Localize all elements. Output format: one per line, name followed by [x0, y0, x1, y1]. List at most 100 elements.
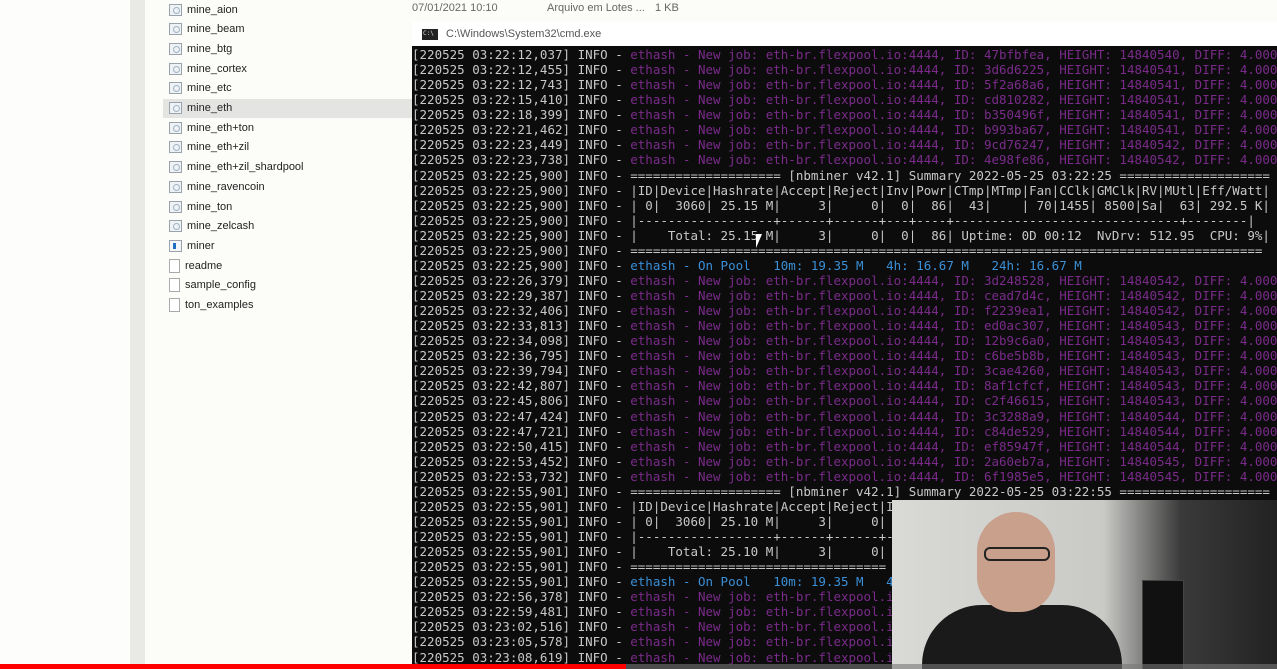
gpu-box-image	[1142, 580, 1184, 669]
file-name: mine_eth+zil_shardpool	[187, 161, 304, 174]
log-prefix: [220525 03:22:53,732] INFO -	[412, 468, 631, 484]
file-item[interactable]: mine_eth+ton	[163, 118, 412, 137]
log-prefix: [220525 03:22:21,462] INFO -	[412, 122, 631, 138]
log-message: ethash - New job: eth-br.flexpool.io:444…	[630, 393, 1277, 409]
file-list: mine_aion mine_beam mine_btg mine_cortex min…	[145, 0, 412, 669]
log-message: ethash - New job: eth-br.flexpool.io:444…	[630, 77, 1277, 93]
log-prefix: [220525 03:23:05,578] INFO -	[412, 634, 631, 650]
batch-file-icon	[169, 141, 182, 154]
log-message: |ID|Device|Hashrate|Accept|Reject|Inv|Po…	[630, 182, 1270, 198]
cmd-titlebar[interactable]: C:\Windows\System32\cmd.exe	[412, 22, 1277, 46]
log-line: [220525 03:22:36,795] INFO - ethash - Ne…	[412, 348, 1277, 363]
batch-file-icon	[169, 200, 182, 213]
log-prefix: [220525 03:23:02,516] INFO -	[412, 619, 631, 635]
video-progress-bar[interactable]	[0, 664, 1277, 669]
log-prefix: [220525 03:22:55,901] INFO -	[412, 483, 631, 499]
log-prefix: [220525 03:22:39,794] INFO -	[412, 363, 631, 379]
batch-file-icon	[169, 3, 182, 16]
log-line: [220525 03:22:55,901] INFO - ===========…	[412, 484, 1277, 499]
application-icon	[169, 239, 182, 252]
log-prefix: [220525 03:22:59,481] INFO -	[412, 604, 631, 620]
log-message: ethash - New job: eth-br.flexpool.io:444…	[630, 303, 1277, 319]
file-item[interactable]: mine_btg	[163, 39, 412, 58]
log-prefix: [220525 03:22:12,743] INFO -	[412, 77, 631, 93]
log-message: ethash - New job: eth-br.flexpool.i	[630, 604, 894, 620]
batch-file-icon	[169, 102, 182, 114]
cmd-icon	[422, 28, 438, 40]
file-item[interactable]: mine_beam	[163, 20, 412, 39]
log-message: |------------------+------+------+---+--…	[630, 212, 1255, 228]
log-line: [220525 03:22:18,399] INFO - ethash - Ne…	[412, 107, 1277, 122]
log-message: ethash - New job: eth-br.flexpool.i	[630, 589, 894, 605]
batch-file-icon	[169, 62, 182, 75]
log-prefix: [220525 03:22:29,387] INFO -	[412, 288, 631, 303]
pane-divider[interactable]	[130, 0, 145, 669]
log-line: [220525 03:22:34,098] INFO - ethash - Ne…	[412, 333, 1277, 348]
log-message: ethash - On Pool 10m: 19.35 M 4h: 16.67 …	[630, 257, 1082, 273]
file-item[interactable]: mine_eth+zil	[163, 138, 412, 157]
file-item[interactable]: miner	[163, 236, 412, 255]
log-line: [220525 03:22:42,807] INFO - ethash - Ne…	[412, 378, 1277, 393]
log-line: [220525 03:22:25,900] INFO - | 0| 3060| …	[412, 198, 1277, 213]
file-name: mine_eth	[187, 102, 233, 114]
log-prefix: [220525 03:22:25,900] INFO -	[412, 242, 631, 258]
file-date: 07/01/2021 10:10	[412, 2, 498, 14]
log-message: ethash - New job: eth-br.flexpool.io:444…	[630, 92, 1277, 108]
batch-file-icon	[169, 23, 182, 36]
log-prefix: [220525 03:22:12,455] INFO -	[412, 62, 631, 78]
log-line: [220525 03:22:25,900] INFO - |----------…	[412, 213, 1277, 228]
file-item[interactable]: readme	[163, 256, 412, 275]
text-file-icon	[169, 258, 180, 273]
file-item[interactable]: mine_ton	[163, 197, 412, 216]
log-prefix: [220525 03:22:36,795] INFO -	[412, 348, 631, 364]
log-line: [220525 03:22:50,415] INFO - ethash - Ne…	[412, 439, 1277, 454]
log-line: [220525 03:22:25,900] INFO - ethash - On…	[412, 258, 1277, 273]
log-prefix: [220525 03:22:23,449] INFO -	[412, 137, 631, 153]
file-item[interactable]: mine_cortex	[163, 59, 412, 78]
log-prefix: [220525 03:22:56,378] INFO -	[412, 589, 631, 605]
log-prefix: [220525 03:22:26,379] INFO -	[412, 272, 631, 288]
log-prefix: [220525 03:23:08,619] INFO -	[412, 649, 631, 665]
log-prefix: [220525 03:22:12,037] INFO -	[412, 47, 631, 62]
log-line: [220525 03:22:23,449] INFO - ethash - Ne…	[412, 137, 1277, 152]
log-prefix: [220525 03:22:33,813] INFO -	[412, 318, 631, 334]
batch-file-icon	[169, 220, 182, 233]
file-item[interactable]: ton_examples	[163, 296, 412, 315]
cmd-title: C:\Windows\System32\cmd.exe	[446, 28, 602, 40]
text-file-icon	[169, 298, 180, 312]
log-message: ethash - New job: eth-br.flexpool.io:444…	[630, 423, 1277, 439]
log-message: ethash - New job: eth-br.flexpool.io:444…	[630, 62, 1277, 78]
log-message: ethash - New job: eth-br.flexpool.io:444…	[630, 453, 1277, 469]
log-prefix: [220525 03:22:47,721] INFO -	[412, 423, 631, 439]
log-prefix: [220525 03:22:25,900] INFO -	[412, 212, 631, 228]
log-message: ========================================…	[630, 242, 1263, 258]
file-item[interactable]: mine_eth+zil_shardpool	[163, 158, 412, 177]
log-message: ethash - New job: eth-br.flexpool.io:444…	[630, 272, 1277, 288]
log-prefix: [220525 03:22:55,901] INFO -	[412, 544, 631, 560]
file-item[interactable]: mine_ravencoin	[163, 177, 412, 196]
log-line: [220525 03:22:53,732] INFO - ethash - Ne…	[412, 469, 1277, 484]
log-line: [220525 03:22:32,406] INFO - ethash - Ne…	[412, 303, 1277, 318]
log-prefix: [220525 03:22:15,410] INFO -	[412, 92, 631, 108]
file-name: miner	[187, 239, 215, 252]
file-item[interactable]: mine_zelcash	[163, 217, 412, 236]
batch-file-icon	[169, 121, 182, 134]
file-item[interactable]: mine_eth	[163, 98, 412, 118]
log-line: [220525 03:22:25,900] INFO - |ID|Device|…	[412, 183, 1277, 198]
log-message: ethash - New job: eth-br.flexpool.io:444…	[630, 47, 1277, 62]
file-type: Arquivo em Lotes ...	[547, 2, 645, 14]
log-prefix: [220525 03:22:25,900] INFO -	[412, 182, 631, 198]
log-message: ethash - New job: eth-br.flexpool.io:444…	[630, 318, 1277, 334]
log-line: [220525 03:22:21,462] INFO - ethash - Ne…	[412, 122, 1277, 137]
log-prefix: [220525 03:22:55,901] INFO -	[412, 559, 631, 575]
log-message: ethash - New job: eth-br.flexpool.i	[630, 619, 894, 635]
log-prefix: [220525 03:22:55,901] INFO -	[412, 498, 631, 514]
batch-file-icon	[169, 180, 182, 193]
log-message: ethash - New job: eth-br.flexpool.io:444…	[630, 408, 1277, 424]
file-item[interactable]: mine_etc	[163, 79, 412, 98]
file-item[interactable]: sample_config	[163, 276, 412, 295]
log-prefix: [220525 03:22:25,900] INFO -	[412, 197, 631, 213]
log-prefix: [220525 03:22:32,406] INFO -	[412, 303, 631, 319]
log-prefix: [220525 03:22:18,399] INFO -	[412, 107, 631, 123]
file-item[interactable]: mine_aion	[163, 0, 412, 19]
